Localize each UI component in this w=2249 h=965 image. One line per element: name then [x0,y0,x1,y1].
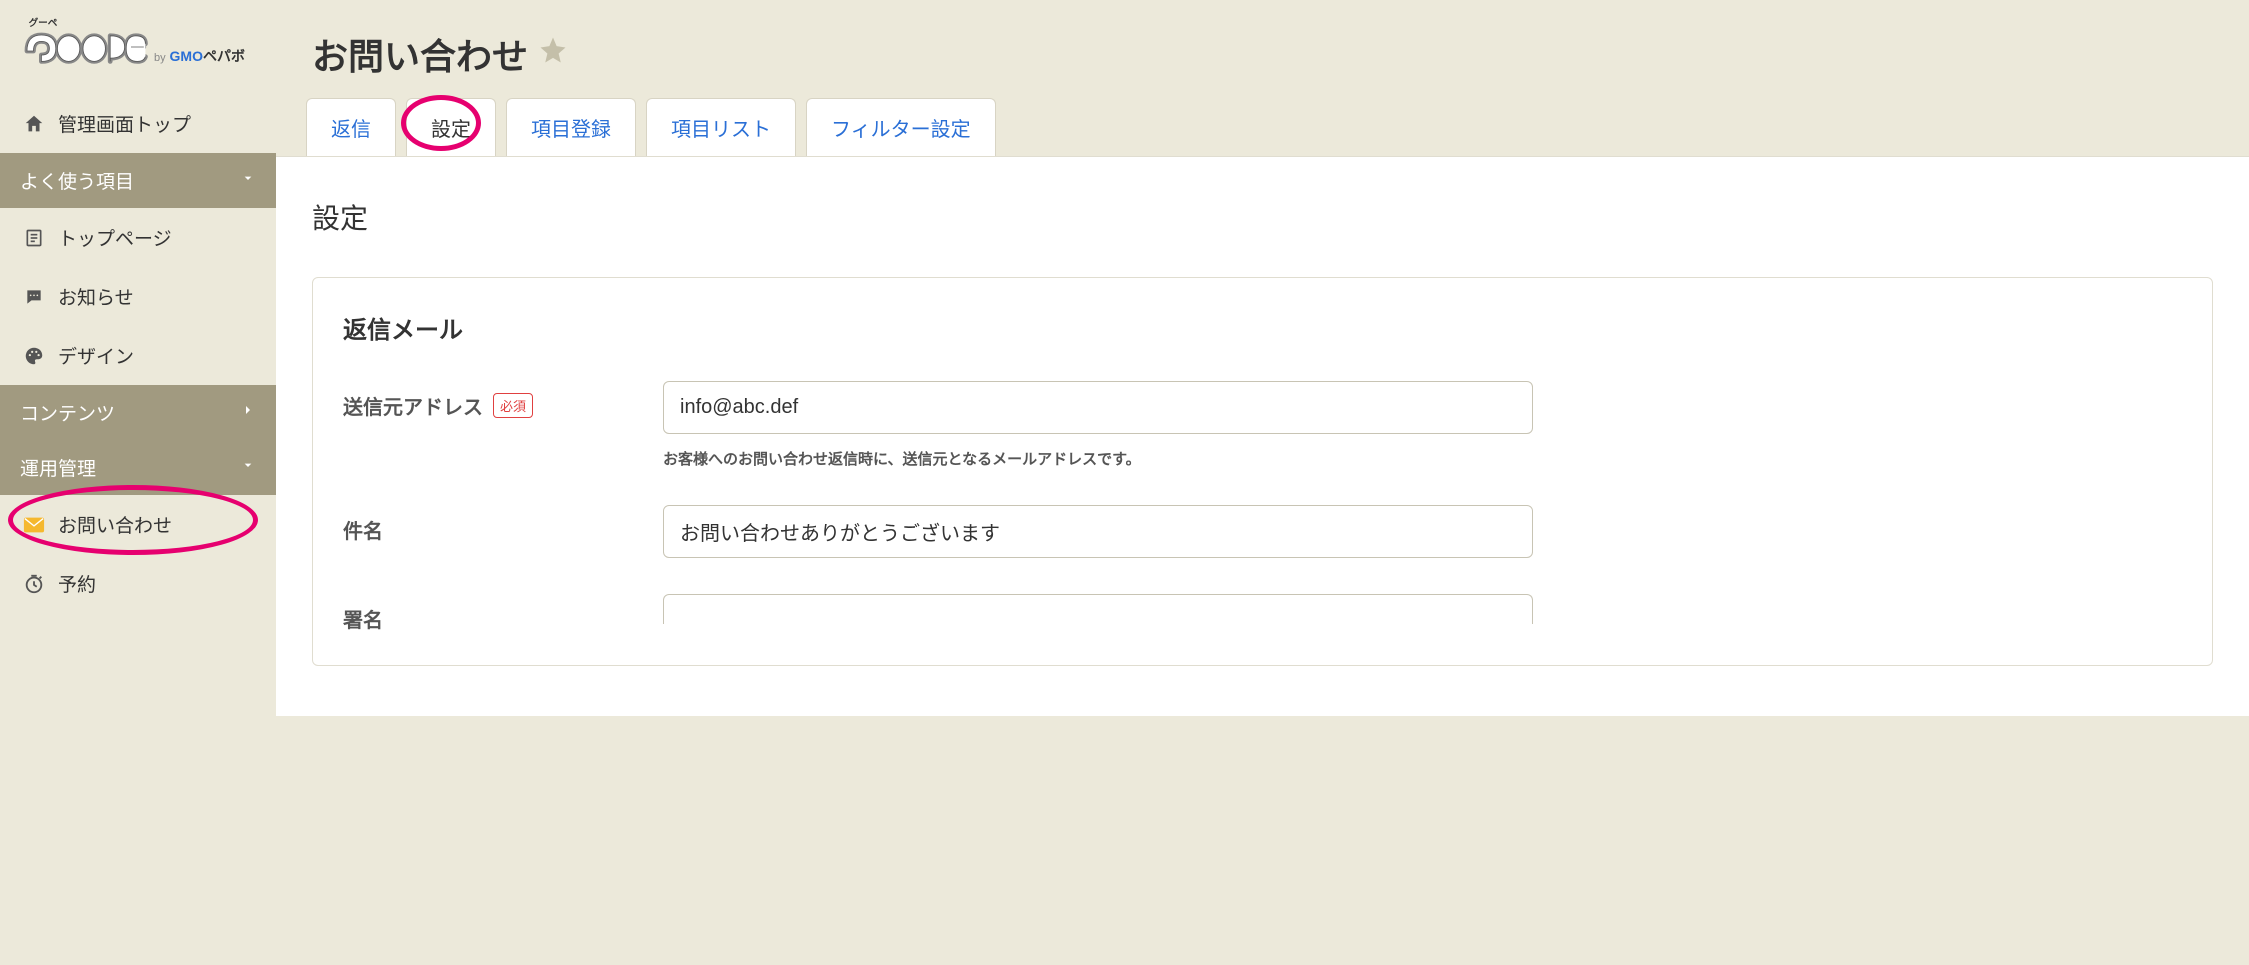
signature-label: 署名 [343,604,383,633]
required-badge: 必須 [493,393,533,418]
sidebar-item-contact[interactable]: お問い合わせ [0,495,276,554]
tab-item-register[interactable]: 項目登録 [506,98,636,156]
form-field-col [663,505,2182,558]
form-row-signature: 署名 [343,594,2182,633]
sidebar-label-frequent: よく使う項目 [20,167,134,194]
goope-logo: グーペ [18,15,148,74]
sidebar-item-news[interactable]: お知らせ [0,267,276,326]
subject-label: 件名 [343,515,383,544]
sidebar-item-admin-top[interactable]: 管理画面トップ [0,94,276,153]
sidebar-section-operation[interactable]: 運用管理 [0,440,276,495]
star-icon[interactable] [538,35,568,74]
sidebar-label-operation: 運用管理 [20,454,96,481]
tab-item-list[interactable]: 項目リスト [646,98,796,156]
sidebar-label-design: デザイン [58,342,134,369]
tab-label-item-register: 項目登録 [531,119,611,141]
content-panel: 設定 返信メール 送信元アドレス 必須 お客様へのお問い合わせ返信時に、送信元と… [276,156,2249,716]
chevron-down-icon [240,170,256,191]
logo-area: グーペ [0,0,276,94]
tab-label-item-list: 項目リスト [671,119,771,141]
page-title: お問い合わせ [312,28,528,80]
tab-label-settings: 設定 [431,119,471,141]
page-icon [20,226,48,250]
sidebar-label-admin-top: 管理画面トップ [58,110,191,137]
sidebar-section-frequent[interactable]: よく使う項目 [0,153,276,208]
sidebar-label-contents: コンテンツ [20,399,115,426]
clock-icon [20,572,48,596]
signature-textarea[interactable] [663,594,1533,624]
tab-settings[interactable]: 設定 [406,98,496,156]
form-label-col: 件名 [343,505,643,544]
tab-label-filter-settings: フィルター設定 [831,119,971,141]
tab-filter-settings[interactable]: フィルター設定 [806,98,996,156]
form-row-subject: 件名 [343,505,2182,558]
sidebar-label-contact: お問い合わせ [58,511,172,538]
chevron-down-icon [240,457,256,478]
content-heading: 設定 [312,197,2213,237]
form-field-col: お客様へのお問い合わせ返信時に、送信元となるメールアドレスです。 [663,381,2182,469]
sidebar-label-news: お知らせ [58,283,134,310]
tab-reply[interactable]: 返信 [306,98,396,156]
sidebar-item-reservation[interactable]: 予約 [0,554,276,613]
logo-by-text: by [154,52,166,64]
from-address-input[interactable] [663,381,1533,434]
chevron-right-icon [240,402,256,423]
chat-icon [20,285,48,309]
from-address-label: 送信元アドレス [343,391,483,420]
sidebar-item-design[interactable]: デザイン [0,326,276,385]
main-content: お問い合わせ 返信 設定 項目登録 項目リスト フィルター設定 [276,0,2249,965]
form-row-from-address: 送信元アドレス 必須 お客様へのお問い合わせ返信時に、送信元となるメールアドレス… [343,381,2182,469]
card-title: 返信メール [343,310,2182,345]
logo-company: GMOペパボ [170,48,245,64]
subject-input[interactable] [663,505,1533,558]
form-field-col [663,594,2182,624]
home-icon [20,112,48,136]
mail-icon [20,513,48,537]
form-label-col: 送信元アドレス 必須 [343,381,643,420]
from-address-help: お客様へのお問い合わせ返信時に、送信元となるメールアドレスです。 [663,448,2182,469]
reply-mail-card: 返信メール 送信元アドレス 必須 お客様へのお問い合わせ返信時に、送信元となるメ… [312,277,2213,666]
sidebar-label-toppage: トップページ [58,224,172,251]
sidebar-item-toppage[interactable]: トップページ [0,208,276,267]
sidebar-section-contents[interactable]: コンテンツ [0,385,276,440]
tab-label-reply: 返信 [331,119,371,141]
form-label-col: 署名 [343,594,643,633]
page-header: お問い合わせ [276,0,2249,98]
sidebar: グーペ [0,0,276,965]
palette-icon [20,344,48,368]
svg-text:グーペ: グーペ [29,17,58,29]
tab-bar: 返信 設定 項目登録 項目リスト フィルター設定 [276,98,2249,156]
sidebar-label-reservation: 予約 [58,570,96,597]
logo-byline: by GMOペパボ [154,54,245,74]
